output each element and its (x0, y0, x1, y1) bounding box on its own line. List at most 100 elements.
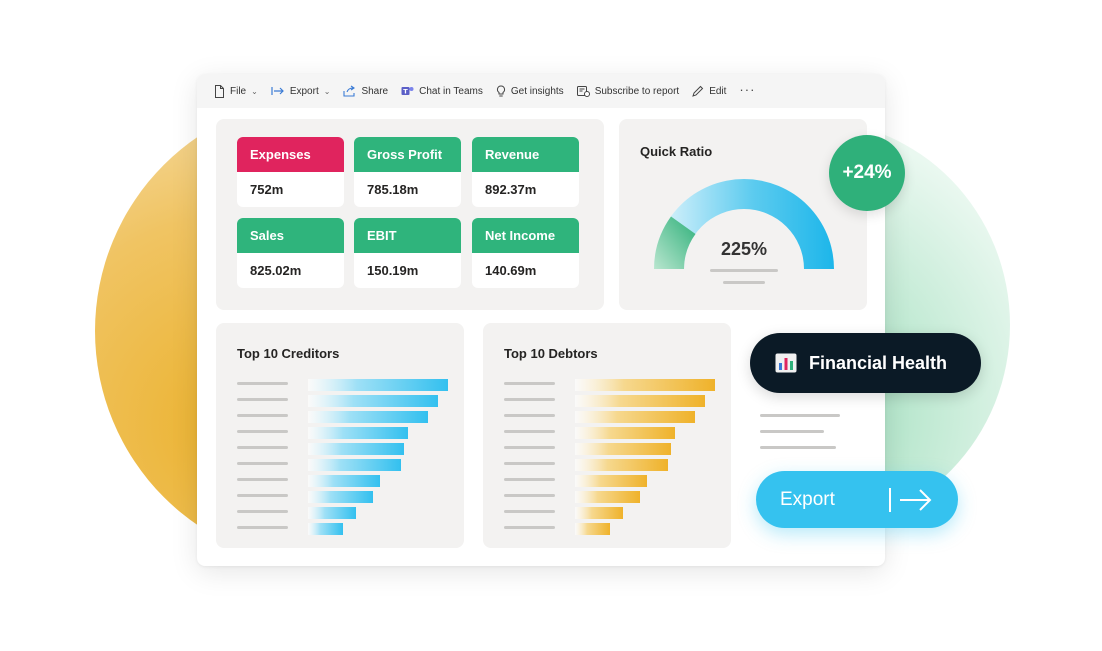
row-label-placeholder (237, 494, 288, 497)
funnel-bar (308, 443, 404, 455)
row-label-placeholder (237, 510, 288, 513)
funnel-bar (308, 411, 428, 423)
funnel-bar (308, 475, 380, 487)
row-label-placeholder (504, 382, 555, 385)
placeholder-line (723, 281, 765, 284)
share-button[interactable]: Share (343, 85, 388, 97)
funnel-bar (308, 427, 408, 439)
debtor-labels (504, 382, 555, 529)
ratio-change-badge: +24% (829, 135, 905, 211)
file-menu[interactable]: File ⌄ (214, 84, 258, 98)
funnel-bar (575, 475, 647, 487)
chevron-down-icon: ⌄ (251, 86, 258, 96)
kpi-label: EBIT (354, 218, 461, 253)
kpi-value: 150.19m (367, 263, 419, 278)
more-options-icon[interactable]: ··· (739, 82, 755, 97)
row-label-placeholder (504, 414, 555, 417)
lightbulb-icon (496, 84, 505, 96)
funnel-bar (308, 507, 356, 519)
kpi-value: 892.37m (485, 182, 537, 197)
funnel-bar (308, 523, 343, 535)
export-icon (271, 87, 284, 95)
financial-health-button[interactable]: Financial Health (750, 333, 981, 393)
quick-ratio-title: Quick Ratio (640, 144, 713, 159)
funnel-bar (575, 411, 695, 423)
export-button-label: Export (780, 488, 835, 510)
export-label: Export (289, 85, 319, 97)
placeholder-line (760, 430, 824, 433)
row-label-placeholder (237, 478, 288, 481)
svg-text:T: T (403, 88, 408, 96)
quick-ratio-value: 225% (720, 239, 768, 259)
row-label-placeholder (237, 398, 288, 401)
export-button[interactable]: Export (756, 471, 958, 528)
row-label-placeholder (504, 478, 555, 481)
placeholder-line (760, 414, 840, 417)
creditor-bars (308, 379, 448, 535)
kpi-value: 140.69m (485, 263, 537, 278)
row-label-placeholder (504, 462, 555, 465)
creditors-bars (237, 379, 448, 535)
quick-ratio-panel: Quick Ratio 225% (619, 119, 867, 310)
kpi-card-ebit[interactable]: EBIT 150.19m (354, 218, 461, 288)
export-menu[interactable]: Export ⌄ (271, 85, 331, 97)
funnel-bar (575, 507, 623, 519)
kpi-label: Gross Profit (354, 137, 461, 172)
arrow-right-icon (900, 489, 932, 511)
get-insights-button[interactable]: Get insights (496, 84, 564, 98)
row-label-placeholder (504, 398, 555, 401)
kpi-label: Revenue (472, 137, 579, 172)
subscribe-button[interactable]: Subscribe to report (576, 85, 679, 97)
row-label-placeholder (504, 510, 555, 513)
funnel-bar (575, 523, 610, 535)
row-label-placeholder (237, 446, 288, 449)
kpi-label: Net Income (472, 218, 579, 253)
row-label-placeholder (237, 414, 288, 417)
pencil-icon (692, 85, 704, 97)
creditor-labels (237, 382, 288, 529)
row-label-placeholder (237, 462, 288, 465)
debtor-bars (575, 379, 715, 535)
debtors-bars (504, 379, 715, 535)
row-label-placeholder (237, 430, 288, 433)
funnel-bar (575, 459, 668, 471)
divider (889, 488, 891, 512)
chat-label: Chat in Teams (419, 85, 483, 97)
kpi-label: Expenses (237, 137, 344, 172)
chat-in-teams-button[interactable]: T Chat in Teams (401, 85, 483, 97)
row-label-placeholder (237, 382, 288, 385)
share-icon (343, 85, 356, 97)
placeholder-line (710, 269, 778, 272)
kpi-value: 785.18m (367, 182, 419, 197)
row-label-placeholder (504, 526, 555, 529)
row-label-placeholder (237, 526, 288, 529)
toolbar: File ⌄ Export ⌄ Share T Chat in Teams Ge… (197, 74, 885, 108)
edit-button[interactable]: Edit (692, 85, 726, 97)
insights-label: Get insights (510, 85, 564, 97)
creditors-panel: Top 10 Creditors (216, 323, 464, 548)
kpi-card-expenses[interactable]: Expenses 752m (237, 137, 344, 207)
kpi-label: Sales (237, 218, 344, 253)
funnel-bar (575, 395, 705, 407)
placeholder-line (760, 446, 836, 449)
funnel-bar (308, 395, 438, 407)
row-label-placeholder (504, 494, 555, 497)
teams-icon: T (401, 87, 414, 96)
kpi-panel: Expenses 752m Gross Profit 785.18m Reven… (216, 119, 604, 310)
kpi-card-revenue[interactable]: Revenue 892.37m (472, 137, 579, 207)
row-label-placeholder (504, 430, 555, 433)
funnel-bar (575, 443, 671, 455)
kpi-card-gross-profit[interactable]: Gross Profit 785.18m (354, 137, 461, 207)
kpi-card-net-income[interactable]: Net Income 140.69m (472, 218, 579, 288)
kpi-value: 825.02m (250, 263, 302, 278)
funnel-bar (575, 379, 715, 391)
kpi-card-sales[interactable]: Sales 825.02m (237, 218, 344, 288)
funnel-bar (308, 459, 401, 471)
bar-chart-icon (775, 353, 797, 373)
financial-health-label: Financial Health (809, 352, 948, 373)
chevron-down-icon: ⌄ (323, 86, 331, 96)
file-icon (215, 84, 224, 98)
kpi-value: 752m (250, 182, 284, 197)
debtors-panel: Top 10 Debtors (483, 323, 731, 548)
file-label: File (230, 85, 247, 97)
